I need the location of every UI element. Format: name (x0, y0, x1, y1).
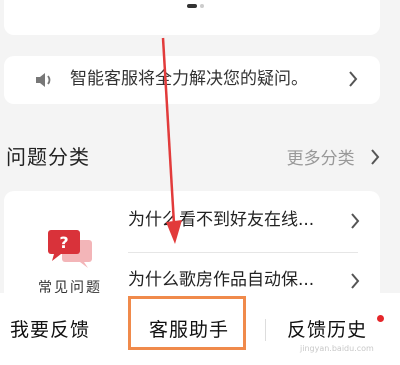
notification-badge (377, 315, 384, 322)
tab-divider (265, 319, 266, 341)
speaker-icon (34, 71, 54, 93)
chat-question-icon: ? (48, 230, 94, 274)
section-title: 问题分类 (6, 145, 90, 169)
chevron-right-icon (348, 70, 358, 92)
pager-dot (200, 4, 204, 8)
bottom-tab-bar: 我要反馈 客服助手 反馈历史 (0, 293, 400, 365)
faq-question: 为什么看不到好友在线... (128, 210, 315, 230)
banner-card (4, 0, 380, 35)
svg-text:?: ? (59, 233, 68, 252)
tab-customer-service[interactable]: 客服助手 (149, 315, 229, 342)
chevron-right-icon (370, 148, 380, 171)
pager-dot-active (187, 4, 197, 8)
more-categories-link[interactable]: 更多分类 (287, 144, 380, 171)
chevron-right-icon (350, 212, 360, 234)
notice-text: 智能客服将全力解决您的疑问。 (70, 69, 308, 89)
faq-item[interactable]: 为什么看不到好友在线... (128, 205, 368, 235)
tab-feedback-history[interactable]: 反馈历史 (287, 315, 367, 342)
more-categories-label: 更多分类 (286, 149, 355, 169)
faq-item[interactable]: 为什么歌房作品自动保... (128, 265, 368, 295)
banner-pager (187, 4, 204, 23)
chevron-right-icon (350, 272, 360, 294)
watermark: jingyan.baidu.com (300, 344, 374, 353)
notice-bar[interactable]: 智能客服将全力解决您的疑问。 (4, 56, 380, 104)
tab-feedback[interactable]: 我要反馈 (10, 315, 90, 342)
faq-question: 为什么歌房作品自动保... (128, 270, 315, 290)
faq-divider (128, 252, 358, 253)
